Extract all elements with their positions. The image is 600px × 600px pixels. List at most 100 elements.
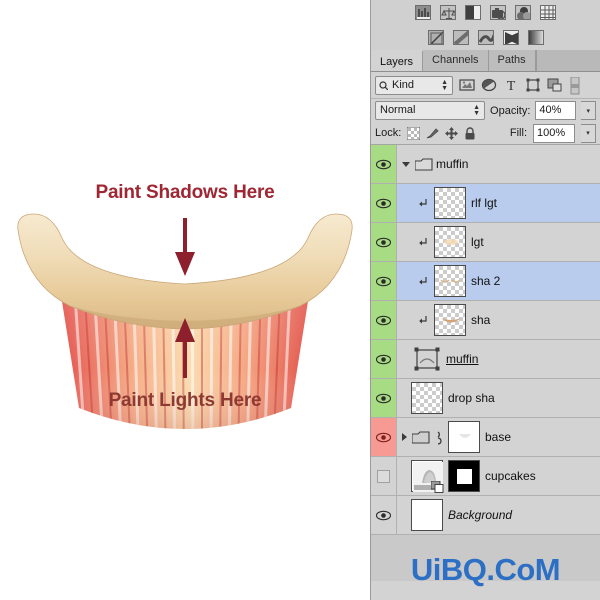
layer-name[interactable]: muffin — [446, 352, 478, 366]
lock-label: Lock: — [375, 127, 402, 139]
layer-thumbnail[interactable] — [434, 187, 466, 219]
layer-visibility-toggle[interactable] — [371, 457, 397, 495]
layer-name[interactable]: rlf lgt — [471, 196, 497, 210]
chevron-updown-icon[interactable]: ▲ ▼ — [441, 79, 448, 92]
layer-visibility-toggle[interactable] — [371, 418, 397, 456]
opacity-input[interactable]: 40% — [535, 101, 577, 120]
camera-icon[interactable] — [490, 5, 506, 20]
layer-row-base[interactable]: base — [371, 418, 600, 457]
annotation-paint-lights: Paint Lights Here — [108, 390, 262, 411]
panel-dock-row-1 — [371, 0, 600, 25]
group-expand-chevron-down-icon[interactable] — [402, 161, 410, 167]
layer-row-rlf-lgt[interactable]: rlf lgt — [371, 184, 600, 223]
tab-layers[interactable]: Layers — [371, 50, 424, 71]
search-icon — [379, 80, 389, 90]
eye-icon — [375, 353, 392, 366]
layer-thumbnail[interactable] — [411, 499, 443, 531]
fill-label: Fill: — [509, 127, 527, 139]
image-canvas[interactable]: Paint Shadows Here Paint Lights Here — [0, 0, 370, 600]
layer-row-muffin-shape[interactable]: muffin — [371, 340, 600, 379]
layer-row-background[interactable]: Background — [371, 496, 600, 535]
eye-icon — [375, 392, 392, 405]
watermark: UiBQ.CoM — [410, 552, 561, 587]
layer-row-lgt[interactable]: lgt — [371, 223, 600, 262]
filter-kind-label: Kind — [392, 79, 415, 91]
layer-row-drop-sha[interactable]: drop sha — [371, 379, 600, 418]
lock-image-icon[interactable] — [426, 127, 439, 140]
color-balance-icon[interactable] — [440, 5, 456, 20]
eye-icon — [375, 236, 392, 249]
layer-visibility-toggle[interactable] — [371, 262, 397, 300]
lock-all-icon[interactable] — [464, 126, 477, 140]
opacity-dropdown-arrow[interactable]: ▾ — [581, 101, 596, 120]
grid-icon[interactable] — [540, 5, 556, 20]
filter-kind-select[interactable]: Kind ▲ ▼ — [375, 75, 453, 95]
eye-icon-off — [377, 469, 390, 483]
arrow-down-icon — [175, 252, 195, 276]
layer-list[interactable]: muffin rlf lgt lgt sha 2 sha muffin drop… — [371, 145, 600, 581]
group-expand-chevron-right-icon[interactable] — [402, 433, 407, 441]
layer-visibility-toggle[interactable] — [371, 379, 397, 417]
layer-row-cupcakes[interactable]: cupcakes — [371, 457, 600, 496]
swatch-icon[interactable] — [427, 30, 444, 45]
clipping-mask-icon — [417, 236, 430, 249]
layer-row-sha[interactable]: sha — [371, 301, 600, 340]
layer-name[interactable]: cupcakes — [485, 469, 536, 483]
layer-thumbnail[interactable] — [448, 421, 480, 453]
layer-name[interactable]: Background — [448, 508, 512, 522]
color-wheel-icon[interactable] — [515, 5, 531, 20]
shape-layer-thumbnail[interactable] — [413, 346, 441, 372]
smart-object-thumbnail[interactable] — [411, 460, 444, 493]
layer-visibility-toggle[interactable] — [371, 496, 397, 534]
eye-icon — [375, 509, 392, 522]
blend-mode-value: Normal — [380, 104, 416, 116]
layer-visibility-toggle[interactable] — [371, 184, 397, 222]
panel-tab-bar: Layers Channels Paths — [371, 50, 600, 72]
gradient-diagonal-icon[interactable] — [452, 30, 469, 45]
layer-thumbnail[interactable] — [411, 382, 443, 414]
layer-mask-thumbnail[interactable] — [448, 460, 480, 492]
layer-name[interactable]: sha — [471, 313, 490, 327]
layer-visibility-toggle[interactable] — [371, 340, 397, 378]
layer-name[interactable]: muffin — [436, 157, 468, 171]
shape-layer-filter-icon[interactable] — [525, 77, 541, 93]
adjustment-layer-filter-icon[interactable] — [481, 77, 497, 93]
layer-row-sha-2[interactable]: sha 2 — [371, 262, 600, 301]
layer-name[interactable]: base — [485, 430, 511, 444]
layer-name[interactable]: lgt — [471, 235, 484, 249]
link-icon[interactable] — [433, 430, 443, 445]
gradient-x-icon[interactable] — [502, 30, 519, 45]
layer-thumbnail[interactable] — [434, 226, 466, 258]
lock-transparency-icon[interactable] — [406, 126, 421, 140]
gradient-wave-icon[interactable] — [477, 30, 494, 45]
histogram-icon[interactable] — [415, 5, 431, 20]
layer-name[interactable]: sha 2 — [471, 274, 500, 288]
folder-icon — [414, 158, 433, 171]
gradient-linear-icon[interactable] — [527, 30, 544, 45]
eye-icon — [375, 314, 392, 327]
layer-visibility-toggle[interactable] — [371, 145, 397, 183]
fill-dropdown-arrow[interactable]: ▾ — [581, 123, 596, 143]
lock-row: Lock: Fill: 100% ▾ — [371, 122, 600, 145]
smart-object-filter-icon[interactable] — [547, 77, 563, 93]
type-layer-filter-icon[interactable]: T — [503, 77, 519, 94]
lock-position-icon[interactable] — [445, 126, 459, 140]
eye-icon — [375, 275, 392, 288]
folder-icon — [411, 431, 430, 444]
layer-visibility-toggle[interactable] — [371, 301, 397, 339]
layer-thumbnail[interactable] — [434, 265, 466, 297]
tab-paths[interactable]: Paths — [488, 50, 536, 71]
layer-name[interactable]: drop sha — [448, 391, 495, 405]
layer-visibility-toggle[interactable] — [371, 223, 397, 261]
chevron-updown-icon[interactable]: ▲ ▼ — [473, 104, 480, 117]
halftone-icon[interactable] — [465, 5, 481, 20]
svg-text:T: T — [507, 79, 516, 93]
layer-filter-row: Kind ▲ ▼ T — [371, 72, 600, 99]
blend-mode-select[interactable]: Normal ▲ ▼ — [375, 101, 486, 120]
tab-channels[interactable]: Channels — [423, 50, 489, 71]
fill-input[interactable]: 100% — [533, 123, 575, 143]
filter-toggle-icon[interactable] — [569, 76, 585, 95]
pixel-layer-filter-icon[interactable] — [459, 77, 475, 93]
layer-row-muffin-group[interactable]: muffin — [371, 145, 600, 184]
layer-thumbnail[interactable] — [434, 304, 466, 336]
